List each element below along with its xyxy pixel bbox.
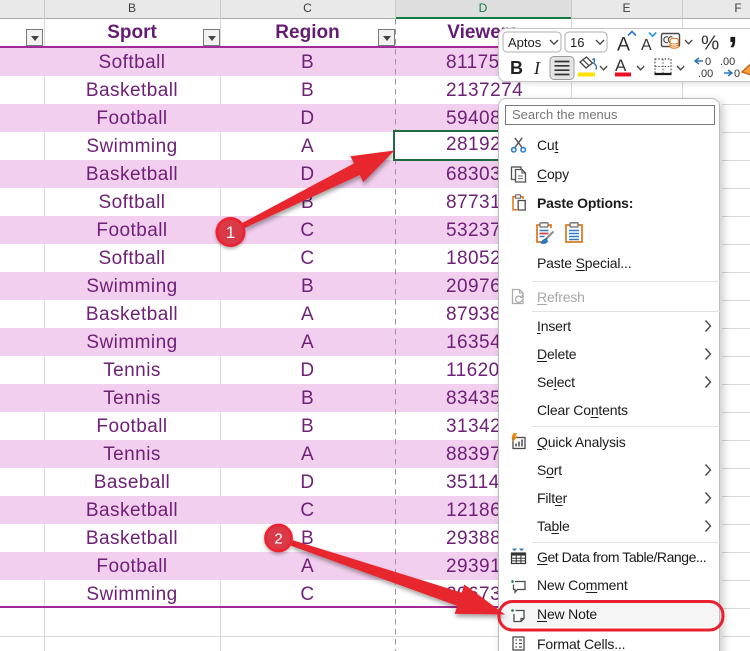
svg-text:2: 2 [274, 531, 282, 548]
svg-text:1: 1 [226, 223, 235, 242]
